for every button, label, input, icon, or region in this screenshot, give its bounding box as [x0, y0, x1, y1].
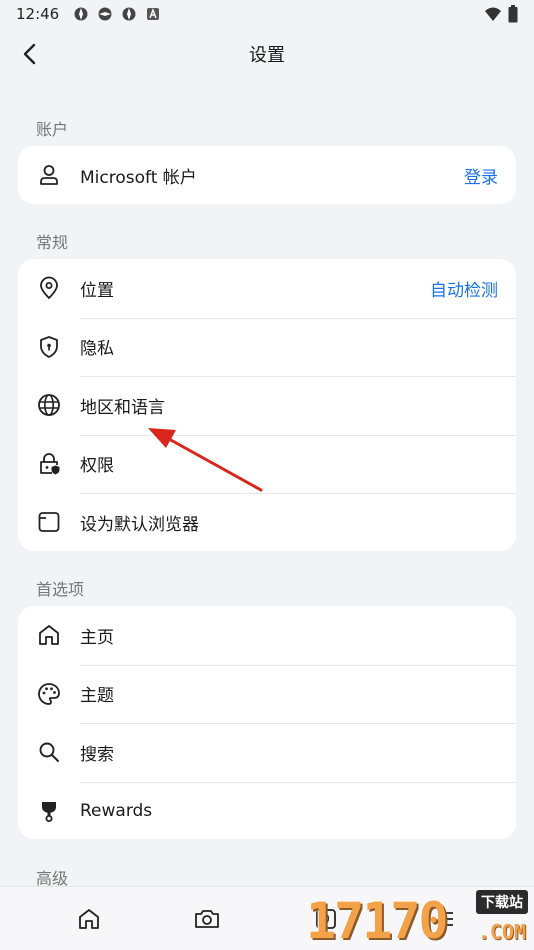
- settings-row-homepage[interactable]: 主页: [18, 606, 516, 665]
- person-icon: [36, 162, 62, 188]
- settings-row-permissions[interactable]: 权限: [18, 434, 516, 494]
- settings-row-theme[interactable]: 主题: [18, 664, 516, 724]
- browser-window-icon: [36, 509, 62, 535]
- watermark-text: 17170: [306, 892, 449, 950]
- watermark-suffix: .COM: [477, 920, 526, 944]
- row-label: 设为默认浏览器: [80, 514, 199, 535]
- notification-icon: [74, 7, 88, 21]
- app-header: 设置: [0, 28, 534, 80]
- section-label-general: 常规: [36, 233, 69, 252]
- shield-icon: [36, 334, 62, 360]
- settings-row-rewards[interactable]: Rewards: [18, 781, 516, 840]
- lock-shield-icon: [36, 451, 62, 477]
- settings-row-default-browser[interactable]: 设为默认浏览器: [18, 493, 516, 551]
- settings-row-microsoft-account[interactable]: Microsoft 帐户 登录: [18, 146, 516, 204]
- account-card: Microsoft 帐户 登录: [18, 146, 516, 204]
- camera-button[interactable]: [193, 905, 221, 933]
- section-label-preferences: 首选项: [36, 580, 85, 599]
- notification-icon: [98, 7, 112, 21]
- row-label: 权限: [80, 456, 114, 477]
- settings-row-region-language[interactable]: 地区和语言: [18, 376, 516, 435]
- battery-icon: [508, 5, 518, 23]
- app-notification-icon: [147, 8, 160, 20]
- row-label: 地区和语言: [80, 397, 165, 418]
- sign-in-link[interactable]: 登录: [464, 163, 498, 188]
- row-label: Microsoft 帐户: [80, 167, 197, 188]
- watermark-logo: 17170 下载站 .COM: [302, 886, 532, 950]
- home-icon: [79, 909, 99, 929]
- location-pin-icon: [36, 275, 62, 301]
- back-button[interactable]: [14, 38, 46, 70]
- trophy-icon: [36, 798, 62, 824]
- row-label: 隐私: [80, 339, 114, 360]
- settings-row-privacy[interactable]: 隐私: [18, 317, 516, 377]
- home-button[interactable]: [75, 905, 103, 933]
- search-icon: [36, 739, 62, 765]
- notification-icon: [122, 7, 136, 21]
- camera-icon: [195, 910, 219, 928]
- row-label: 主页: [80, 627, 114, 648]
- row-label: 主题: [80, 686, 114, 707]
- watermark-badge: 下载站: [476, 890, 528, 914]
- status-bar: 12:46: [0, 0, 534, 28]
- preferences-card: 主页 主题 搜索 Rewards: [18, 606, 516, 839]
- settings-row-location[interactable]: 位置 自动检测: [18, 259, 516, 318]
- general-card: 位置 自动检测 隐私 地区和语言 权限 设为默认浏览器: [18, 259, 516, 551]
- home-icon: [36, 622, 62, 648]
- page-title: 设置: [249, 45, 285, 66]
- palette-icon: [36, 681, 62, 707]
- status-time: 12:46: [16, 5, 60, 23]
- wifi-icon: [485, 7, 501, 21]
- row-label: 位置: [80, 280, 114, 301]
- section-label-account: 账户: [36, 120, 69, 139]
- globe-icon: [36, 392, 62, 418]
- auto-detect-link[interactable]: 自动检测: [430, 276, 498, 301]
- chevron-left-icon: [23, 43, 36, 65]
- row-label: 搜索: [80, 744, 114, 765]
- row-label: Rewards: [80, 800, 153, 821]
- settings-row-search[interactable]: 搜索: [18, 723, 516, 782]
